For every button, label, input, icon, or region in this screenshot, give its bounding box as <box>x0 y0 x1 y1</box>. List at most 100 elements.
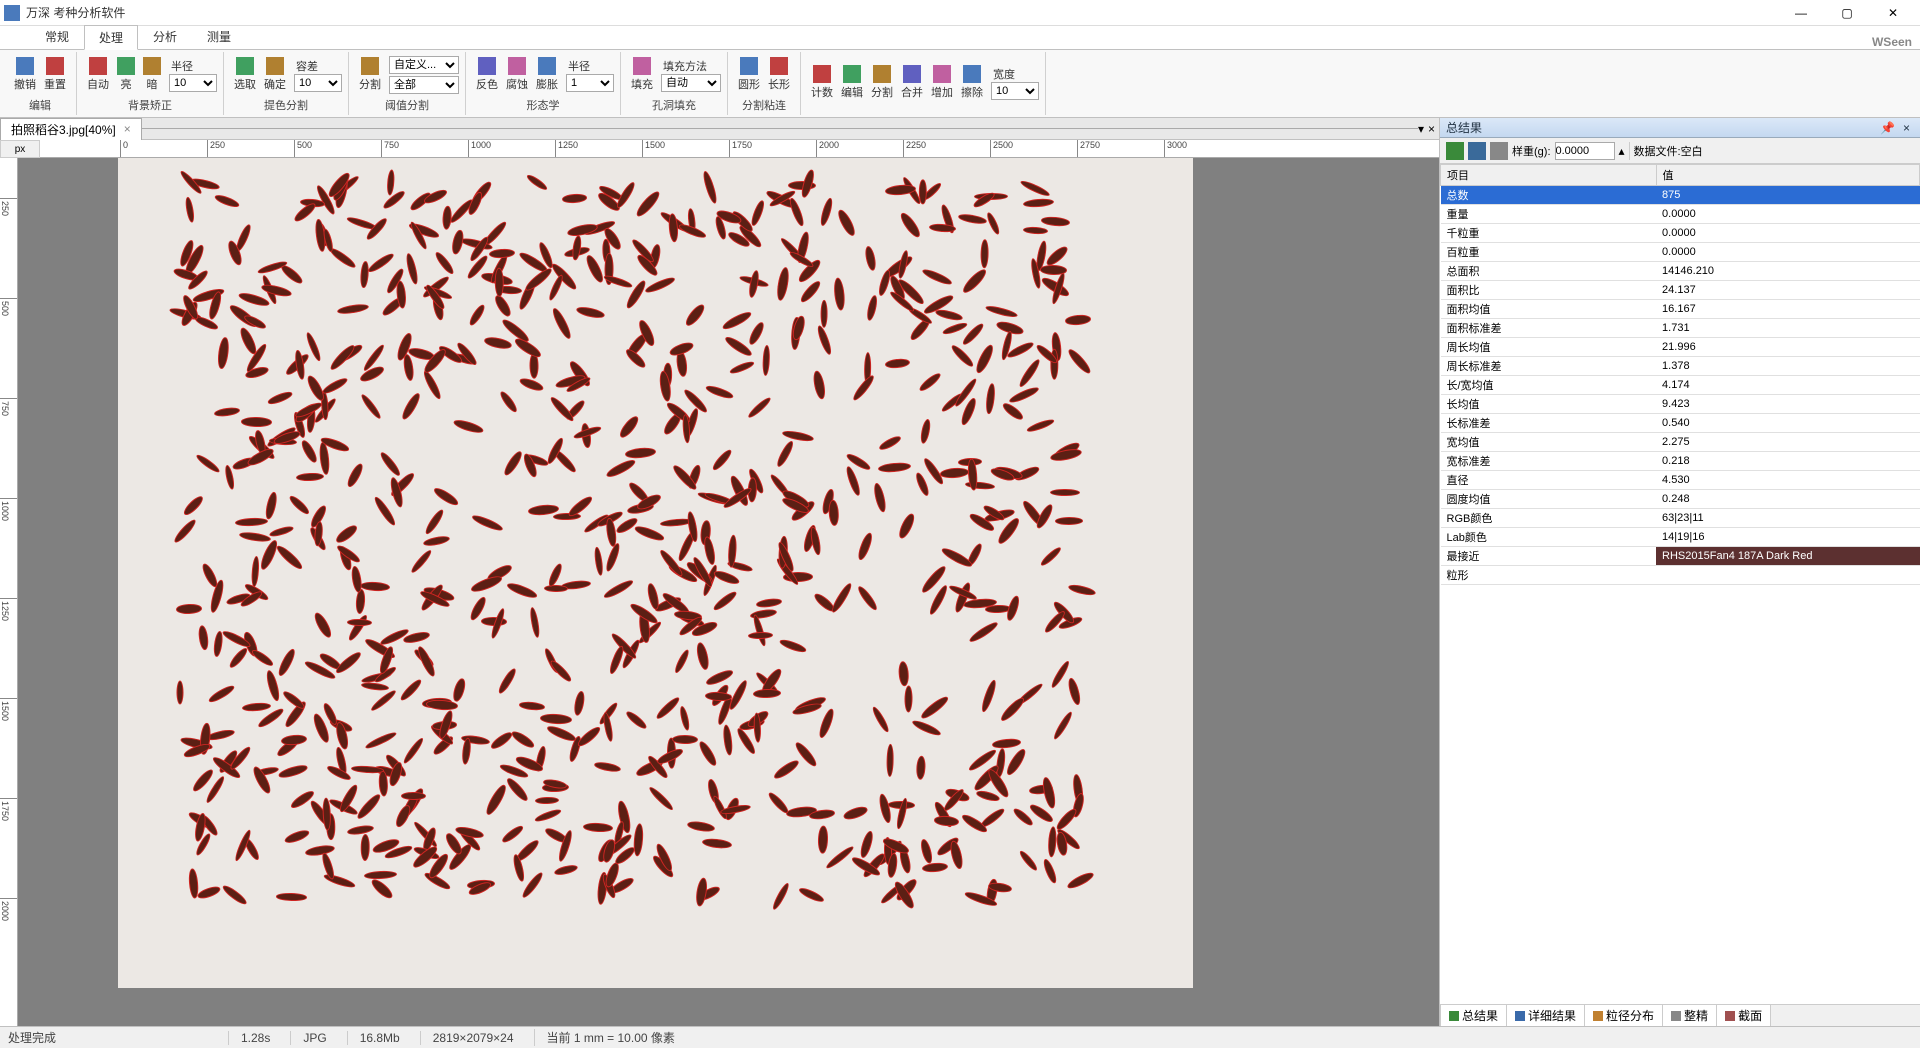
col-item[interactable]: 项目 <box>1441 165 1657 186</box>
tool-提色分割-确定[interactable]: 确定 <box>260 55 290 94</box>
seed-marker <box>981 239 989 268</box>
minimize-button[interactable]: — <box>1778 1 1824 25</box>
tool--计数[interactable]: 计数 <box>807 63 837 102</box>
tool-阈值分割-分割[interactable]: 分割 <box>355 55 385 94</box>
result-value: 24.137 <box>1656 281 1919 300</box>
tool-背景矫正-自动[interactable]: 自动 <box>83 55 113 94</box>
results-table[interactable]: 项目 值 总数875重量0.0000千粒重0.0000百粒重0.0000总面积1… <box>1440 164 1920 1004</box>
tool--增加[interactable]: 增加 <box>927 63 957 102</box>
tool-提色分割-选取[interactable]: 选取 <box>230 55 260 94</box>
result-row-13[interactable]: 宽均值2.275 <box>1441 433 1920 452</box>
seed-marker <box>571 234 582 260</box>
document-tab[interactable]: 拍照稻谷3.jpg[40%] × <box>0 118 142 140</box>
tab-close-all-icon[interactable]: × <box>1428 122 1435 136</box>
tab-dropdown-icon[interactable]: ▾ <box>1418 122 1424 136</box>
result-value: 2.275 <box>1656 433 1919 452</box>
result-value: 14|19|16 <box>1656 528 1919 547</box>
bottom-tab-3[interactable]: 整精 <box>1662 1004 1717 1026</box>
method-select[interactable]: 自动 <box>661 74 721 92</box>
seed-marker <box>896 511 917 540</box>
result-row-19[interactable]: 最接近RHS2015Fan4 187A Dark Red <box>1441 547 1920 566</box>
tool-背景矫正-暗[interactable]: 暗 <box>139 55 165 94</box>
tool--合并[interactable]: 合并 <box>897 63 927 102</box>
tool--分割[interactable]: 分割 <box>867 63 897 102</box>
result-row-2[interactable]: 千粒重0.0000 <box>1441 224 1920 243</box>
spinner-up-icon[interactable]: ▴ <box>1619 144 1625 158</box>
ruler-unit[interactable]: px <box>0 140 40 158</box>
tool-label: 计数 <box>811 84 833 100</box>
sample-weight-input[interactable] <box>1555 142 1615 160</box>
result-row-4[interactable]: 总面积14146.210 <box>1441 262 1920 281</box>
ruler-horizontal[interactable]: 0250500750100012501500175020002250250027… <box>40 140 1439 158</box>
tool-icon <box>236 57 254 75</box>
tolerance-select[interactable]: 10 <box>294 74 342 92</box>
export-icon[interactable] <box>1446 142 1464 160</box>
seed-marker <box>498 389 520 414</box>
result-row-12[interactable]: 长标准差0.540 <box>1441 414 1920 433</box>
result-row-3[interactable]: 百粒重0.0000 <box>1441 243 1920 262</box>
result-row-9[interactable]: 周长标准差1.378 <box>1441 357 1920 376</box>
seed-marker <box>829 581 854 614</box>
bottom-tab-4[interactable]: 截面 <box>1716 1004 1771 1026</box>
menu-tab-3[interactable]: 测量 <box>192 24 246 49</box>
save-icon[interactable] <box>1468 142 1486 160</box>
menu-tab-1[interactable]: 处理 <box>84 25 138 50</box>
close-button[interactable]: ✕ <box>1870 1 1916 25</box>
tool-icon <box>508 57 526 75</box>
tool-孔洞填充-填充[interactable]: 填充 <box>627 55 657 94</box>
seed-marker <box>755 597 782 608</box>
pin-icon[interactable]: 📌 <box>1876 121 1899 135</box>
image-canvas[interactable] <box>118 158 1193 988</box>
tool-编辑-撤销[interactable]: 撤销 <box>10 55 40 94</box>
seed-marker <box>817 707 836 739</box>
seed-marker <box>1055 516 1083 524</box>
result-row-15[interactable]: 直径4.530 <box>1441 471 1920 490</box>
result-row-6[interactable]: 面积均值16.167 <box>1441 300 1920 319</box>
seed-marker <box>824 844 855 870</box>
tool--擦除[interactable]: 擦除 <box>957 63 987 102</box>
result-row-5[interactable]: 面积比24.137 <box>1441 281 1920 300</box>
ruler-vertical[interactable]: 25050075010001250150017502000 <box>0 158 18 1026</box>
result-row-7[interactable]: 面积标准差1.731 <box>1441 319 1920 338</box>
tool-形态学-反色[interactable]: 反色 <box>472 55 502 94</box>
result-row-11[interactable]: 长均值9.423 <box>1441 395 1920 414</box>
seed-marker <box>1050 489 1080 497</box>
result-value: 0.0000 <box>1656 224 1919 243</box>
maximize-button[interactable]: ▢ <box>1824 1 1870 25</box>
bottom-tab-2[interactable]: 粒径分布 <box>1584 1004 1663 1026</box>
tool-形态学-腐蚀[interactable]: 腐蚀 <box>502 55 532 94</box>
ruler-tick: 1000 <box>468 140 491 158</box>
result-row-0[interactable]: 总数875 <box>1441 186 1920 205</box>
result-row-1[interactable]: 重量0.0000 <box>1441 205 1920 224</box>
result-row-14[interactable]: 宽标准差0.218 <box>1441 452 1920 471</box>
threshold-select-0[interactable]: 自定义... <box>389 56 459 74</box>
bottom-tab-1[interactable]: 详细结果 <box>1506 1004 1585 1026</box>
menu-tab-2[interactable]: 分析 <box>138 24 192 49</box>
status-filesize: 16.8Mb <box>347 1031 400 1045</box>
menu-tab-0[interactable]: 常规 <box>30 24 84 49</box>
result-row-18[interactable]: Lab颜色14|19|16 <box>1441 528 1920 547</box>
width-select[interactable]: 10 <box>991 82 1039 100</box>
close-tab-icon[interactable]: × <box>124 122 131 136</box>
result-row-20[interactable]: 粒形 <box>1441 566 1920 585</box>
radius-select[interactable]: 10 <box>169 74 217 92</box>
tab-icon <box>1725 1011 1735 1021</box>
tool-形态学-膨胀[interactable]: 膨胀 <box>532 55 562 94</box>
tool-背景矫正-亮[interactable]: 亮 <box>113 55 139 94</box>
tool-分割粘连-长形[interactable]: 长形 <box>764 55 794 94</box>
result-row-8[interactable]: 周长均值21.996 <box>1441 338 1920 357</box>
tool-编辑-重置[interactable]: 重置 <box>40 55 70 94</box>
result-row-10[interactable]: 长/宽均值4.174 <box>1441 376 1920 395</box>
tool--编辑[interactable]: 编辑 <box>837 63 867 102</box>
result-row-17[interactable]: RGB颜色63|23|11 <box>1441 509 1920 528</box>
threshold-select-1[interactable]: 全部 <box>389 76 459 94</box>
panel-close-icon[interactable]: × <box>1899 121 1914 135</box>
result-value: 0.248 <box>1656 490 1919 509</box>
col-value[interactable]: 值 <box>1656 165 1919 186</box>
copy-icon[interactable] <box>1490 142 1508 160</box>
result-row-16[interactable]: 圆度均值0.248 <box>1441 490 1920 509</box>
radius-select[interactable]: 1 <box>566 74 614 92</box>
bottom-tab-0[interactable]: 总结果 <box>1440 1004 1507 1026</box>
image-scroll-area[interactable] <box>18 158 1439 1026</box>
tool-分割粘连-圆形[interactable]: 圆形 <box>734 55 764 94</box>
